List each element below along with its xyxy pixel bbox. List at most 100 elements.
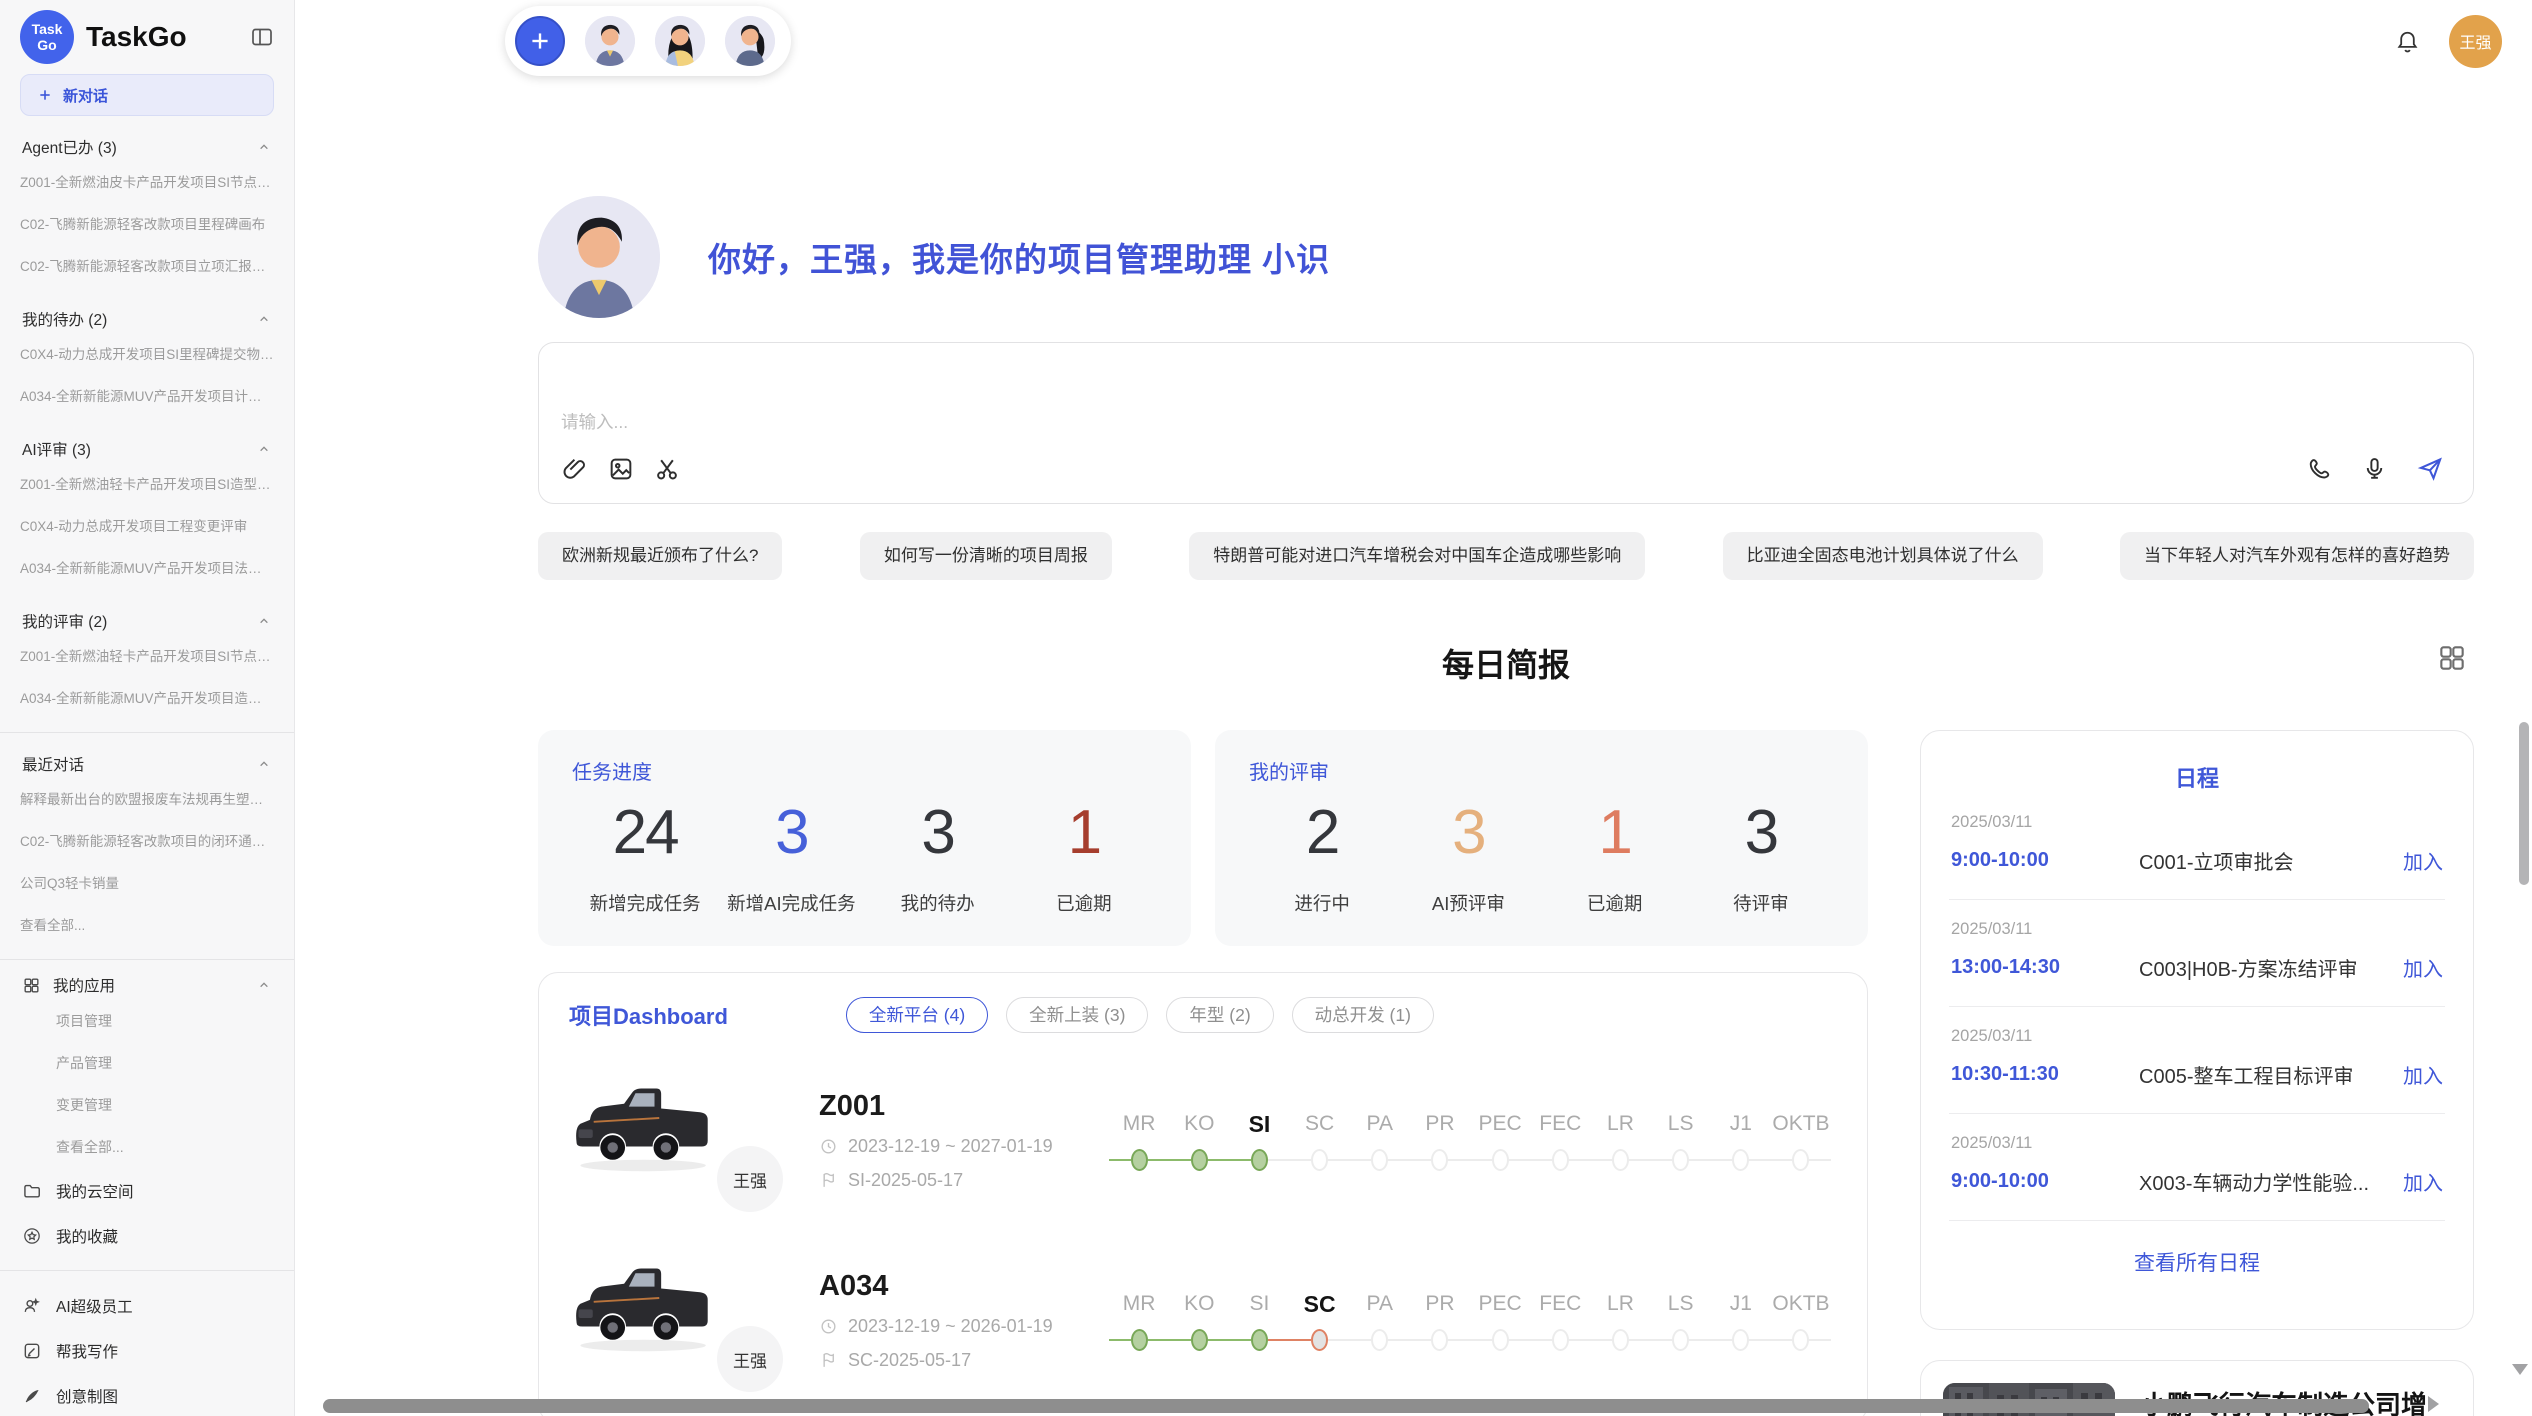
milestone-dot[interactable]	[1552, 1149, 1569, 1171]
app-link[interactable]: 项目管理	[20, 1000, 274, 1042]
add-agent-button[interactable]	[515, 16, 565, 66]
image-upload-icon[interactable]	[607, 455, 635, 483]
sidebar-item[interactable]: Z001-全新燃油皮卡产品开发项目SI节点Lesson Learn报告	[20, 162, 274, 204]
milestone-dot[interactable]	[1431, 1329, 1448, 1351]
recent-conversation-item[interactable]: 公司Q3轻卡销量	[20, 863, 274, 905]
sidebar-item[interactable]: C02-飞腾新能源轻客改款项目里程碑画布	[20, 204, 274, 246]
horizontal-scrollbar-thumb[interactable]	[323, 1399, 2369, 1413]
milestone: LS	[1651, 1108, 1711, 1172]
sidebar-section-label: 我的待办 (2)	[22, 308, 107, 330]
sidebar-section-header[interactable]: 我的评审 (2)	[22, 610, 272, 632]
sidebar-item[interactable]: A034-全新新能源MUV产品开发项目计划变更表编写	[20, 376, 274, 418]
milestone-dot[interactable]	[1131, 1329, 1148, 1351]
sidebar-link[interactable]: 创意制图	[20, 1373, 274, 1416]
milestone-dot[interactable]	[1552, 1329, 1569, 1351]
milestone-dot[interactable]	[1251, 1149, 1268, 1171]
recent-conversation-item[interactable]: 解释最新出台的欧盟报废车法规再生塑料比例被调至15%...	[20, 779, 274, 821]
sidebar-link[interactable]: AI超级员工	[20, 1283, 274, 1328]
event-join-link[interactable]: 加入	[2403, 1060, 2443, 1089]
suggestion-chip[interactable]: 如何写一份清晰的项目周报	[860, 532, 1112, 580]
app-link[interactable]: 查看全部...	[20, 1126, 274, 1168]
milestone-dot[interactable]	[1792, 1329, 1809, 1351]
schedule-title: 日程	[1949, 761, 2445, 793]
project-dates: 2023-12-19 ~ 2027-01-19	[819, 1136, 1109, 1157]
recent-view-all-link[interactable]: 查看全部...	[20, 905, 274, 947]
milestone-dot[interactable]	[1371, 1329, 1388, 1351]
milestone-dot[interactable]	[1311, 1329, 1328, 1351]
vertical-scrollbar-thumb[interactable]	[2519, 722, 2529, 885]
collapse-sidebar-icon[interactable]	[250, 25, 274, 49]
milestone-dot[interactable]	[1311, 1149, 1328, 1171]
milestone-dot[interactable]	[1492, 1329, 1509, 1351]
project-filter-tab[interactable]: 全新平台 (4)	[846, 997, 988, 1033]
agent-avatar[interactable]	[655, 16, 705, 66]
app-link[interactable]: 变更管理	[20, 1084, 274, 1126]
app-link[interactable]: 产品管理	[20, 1042, 274, 1084]
recent-section-label: 最近对话	[22, 753, 84, 775]
agent-avatar[interactable]	[585, 16, 635, 66]
notification-bell-icon[interactable]	[2394, 28, 2421, 55]
project-milestone-date-text: SI-2025-05-17	[848, 1170, 963, 1191]
user-avatar[interactable]: 王强	[2449, 15, 2502, 68]
microphone-icon[interactable]	[2361, 455, 2388, 482]
milestone-dot[interactable]	[1612, 1329, 1629, 1351]
agent-avatars	[585, 16, 775, 66]
sidebar-item[interactable]: C0X4-动力总成开发项目工程变更评审	[20, 506, 274, 548]
milestone-dot[interactable]	[1672, 1329, 1689, 1351]
chat-input[interactable]: 请输入...	[538, 342, 2474, 504]
event-join-link[interactable]: 加入	[2403, 846, 2443, 875]
suggestion-chip[interactable]: 当下年轻人对汽车外观有怎样的喜好趋势	[2120, 532, 2474, 580]
milestone-dot[interactable]	[1732, 1149, 1749, 1171]
recent-section-header[interactable]: 最近对话	[22, 753, 272, 775]
milestone-dot[interactable]	[1191, 1329, 1208, 1351]
suggestion-chip[interactable]: 欧洲新规最近颁布了什么?	[538, 532, 782, 580]
project-filter-tab[interactable]: 动总开发 (1)	[1292, 997, 1434, 1033]
sidebar-section-header[interactable]: AI评审 (3)	[22, 438, 272, 460]
milestone-dot[interactable]	[1492, 1149, 1509, 1171]
layout-grid-icon[interactable]	[2436, 642, 2468, 674]
milestone-dot[interactable]	[1431, 1149, 1448, 1171]
sidebar-link[interactable]: 我的收藏	[20, 1213, 274, 1258]
recent-conversation-item[interactable]: C02-飞腾新能源轻客改款项目的闭环通告反馈情况	[20, 821, 274, 863]
stat-item: 2 进行中	[1249, 797, 1395, 916]
new-chat-button[interactable]: 新对话	[20, 74, 274, 116]
event-row: 13:00-14:30 C003|H0B-方案冻结评审 加入	[1951, 953, 2443, 982]
sidebar-link[interactable]: 帮我写作	[20, 1328, 274, 1373]
milestone-dot[interactable]	[1131, 1149, 1148, 1171]
attachment-icon[interactable]	[561, 455, 589, 483]
my-apps-header[interactable]: 我的应用	[22, 974, 272, 996]
sidebar-section-header[interactable]: 我的待办 (2)	[22, 308, 272, 330]
sidebar-item[interactable]: A034-全新新能源MUV产品开发项目造型可行性评审	[20, 678, 274, 720]
sidebar-section-header[interactable]: Agent已办 (3)	[22, 136, 272, 158]
scroll-right-arrow-icon[interactable]	[2428, 1396, 2439, 1412]
sidebar-link[interactable]: 我的云空间	[20, 1168, 274, 1213]
project-filter-tab[interactable]: 全新上装 (3)	[1006, 997, 1148, 1033]
milestone-dot[interactable]	[1732, 1329, 1749, 1351]
milestone-dot[interactable]	[1251, 1329, 1268, 1351]
send-icon[interactable]	[2416, 454, 2445, 483]
suggestion-chip[interactable]: 特朗普可能对进口汽车增税会对中国车企造成哪些影响	[1189, 532, 1645, 580]
scissors-icon[interactable]	[653, 455, 681, 483]
project-filter-tab[interactable]: 年型 (2)	[1166, 997, 1273, 1033]
sidebar-item[interactable]: Z001-全新燃油轻卡产品开发项目SI节点属性5D文件评审	[20, 636, 274, 678]
scroll-down-arrow-icon[interactable]	[2512, 1364, 2528, 1375]
view-all-schedule-link[interactable]: 查看所有日程	[1949, 1247, 2445, 1277]
milestone-dot[interactable]	[1792, 1149, 1809, 1171]
project-row[interactable]: 王强 A034 2023-12-19 ~ 2026-01-19 SC-2025-…	[569, 1247, 1837, 1393]
phone-call-icon[interactable]	[2306, 455, 2333, 482]
suggestion-chip[interactable]: 比亚迪全固态电池计划具体说了什么	[1723, 532, 2043, 580]
project-row[interactable]: 王强 Z001 2023-12-19 ~ 2027-01-19 SI-2025-…	[569, 1067, 1837, 1213]
milestone-dot[interactable]	[1371, 1149, 1388, 1171]
sidebar-item[interactable]: C0X4-动力总成开发项目SI里程碑提交物检查	[20, 334, 274, 376]
milestone-dot[interactable]	[1612, 1149, 1629, 1171]
sidebar-item[interactable]: Z001-全新燃油轻卡产品开发项目SI造型提交物评审	[20, 464, 274, 506]
event-join-link[interactable]: 加入	[2403, 1167, 2443, 1196]
sidebar-item[interactable]: A034-全新新能源MUV产品开发项目法规符合性评审	[20, 548, 274, 590]
milestone-dot[interactable]	[1191, 1149, 1208, 1171]
milestone: SI	[1229, 1108, 1289, 1172]
stat-item: 3 我的待办	[865, 797, 1011, 916]
event-join-link[interactable]: 加入	[2403, 953, 2443, 982]
milestone-dot[interactable]	[1672, 1149, 1689, 1171]
agent-avatar[interactable]	[725, 16, 775, 66]
sidebar-item[interactable]: C02-飞腾新能源轻客改款项目立项汇报方案	[20, 246, 274, 288]
